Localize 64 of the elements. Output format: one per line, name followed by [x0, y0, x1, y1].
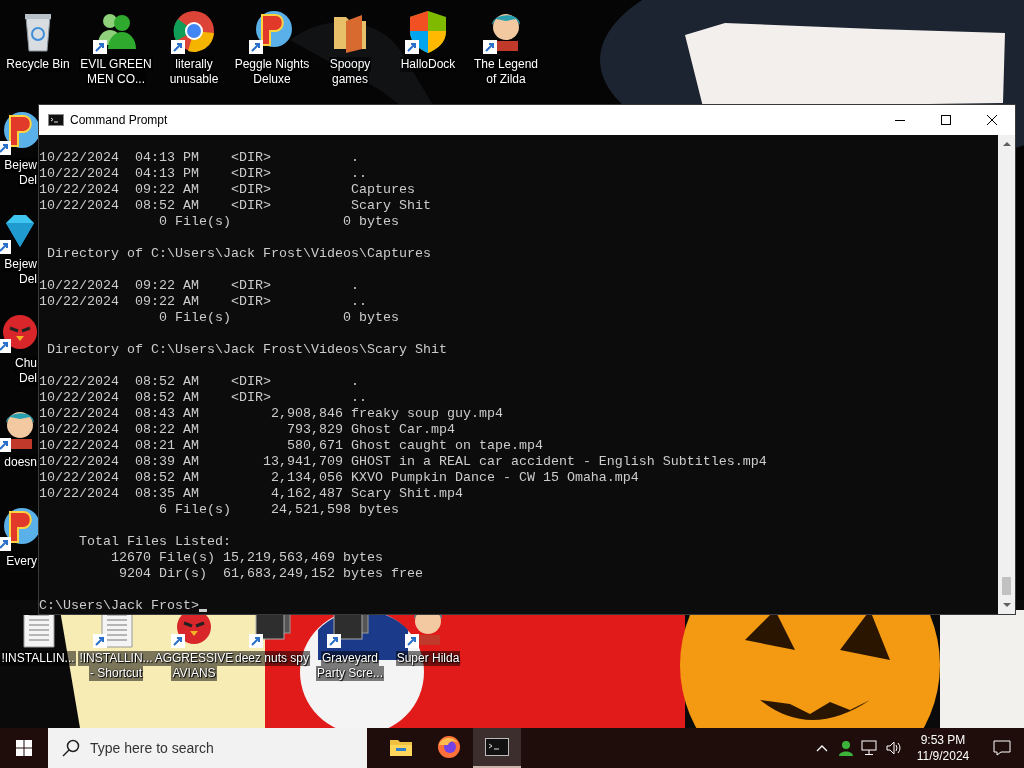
console-line: Total Files Listed:	[78, 534, 232, 550]
console-line: 6 File(s) 24,521,598 bytes	[157, 502, 400, 518]
clock[interactable]: 9:53 PM 11/9/2024	[906, 732, 980, 764]
scrollbar[interactable]	[998, 135, 1015, 614]
text-cursor	[198, 609, 207, 612]
console-line: 0 File(s) 0 bytes	[157, 310, 400, 326]
search-field[interactable]: Type here to search	[48, 728, 367, 768]
browser-icon	[437, 735, 461, 759]
notification-icon[interactable]	[993, 740, 1011, 756]
command-prompt: C:\Users\Jack Frost>	[39, 598, 199, 614]
console-line: 10/22/2024 08:39 AM 13,941,709 GHOST in a REAL car accident - English Subtitles.mp4	[39, 454, 768, 470]
console-line: 10/22/2024 08:52 AM <DIR> Scary Shit	[39, 198, 432, 214]
console-line: 10/22/2024 08:22 AM 793,829 Ghost Car.mp4	[39, 422, 456, 438]
console-line: 10/22/2024 08:43 AM 2,908,846 freaky soup guy.mp4	[39, 406, 504, 422]
icon-label: games	[330, 72, 369, 87]
scroll-thumb[interactable]	[1002, 577, 1011, 595]
icon-label: Bejew	[3, 158, 38, 173]
icon-label: The Legend	[472, 57, 540, 72]
search-placeholder: Type here to search	[90, 740, 214, 756]
console-line: 10/22/2024 04:13 PM <DIR> .	[39, 150, 360, 166]
close-icon	[987, 115, 997, 125]
volume-icon[interactable]	[885, 740, 903, 756]
icon-label: !INSTALLIN...	[78, 651, 154, 666]
icon-label: literally	[174, 57, 214, 72]
icon-label: HalloDock	[399, 57, 457, 72]
icon-label: AGGRESSIVE	[153, 651, 235, 666]
clock-time: 9:53 PM	[920, 732, 966, 748]
console-line: 10/22/2024 08:52 AM <DIR> ..	[39, 390, 368, 406]
icon-label: !INSTALLIN...	[0, 651, 76, 666]
console-line: 0 File(s) 0 bytes	[157, 214, 400, 230]
console-line: 10/22/2024 09:22 AM <DIR> Captures	[39, 182, 416, 198]
console-line: 10/22/2024 08:35 AM 4,162,487 Scary Shit.mp4	[39, 486, 464, 502]
icon-label: Bejew	[3, 257, 38, 272]
clock-date: 11/9/2024	[916, 748, 970, 764]
console-line: 10/22/2024 09:22 AM <DIR> .	[39, 278, 360, 294]
maximize-icon	[941, 115, 951, 125]
person-icon[interactable]	[838, 740, 854, 756]
console-line: 10/22/2024 08:21 AM 580,671 Ghost caught on tape.mp4	[39, 438, 544, 454]
chevron-up-icon[interactable]	[816, 744, 828, 752]
folder-icon	[389, 737, 413, 757]
icon-label: deez nuts spy	[234, 651, 311, 666]
terminal-icon	[485, 738, 509, 756]
terminal-icon	[48, 114, 64, 126]
icon-label: Recycle Bin	[5, 57, 71, 72]
windows-logo-icon	[16, 740, 32, 756]
network-icon[interactable]	[861, 740, 879, 756]
window-title: Command Prompt	[70, 113, 169, 127]
console-line: 9204 Dir(s) 61,683,249,152 bytes free	[117, 566, 424, 582]
console-line: 12670 File(s) 15,219,563,469 bytes	[109, 550, 384, 566]
console-line: 10/22/2024 08:52 AM <DIR> .	[39, 374, 360, 390]
taskbar-app[interactable]	[473, 728, 521, 768]
console-line: Directory of C:\Users\Jack Frost\Videos\Scary Shit	[46, 342, 448, 358]
search-icon	[62, 739, 80, 757]
icon-label: Every	[5, 554, 38, 569]
icon-label: Graveyard	[321, 651, 379, 666]
console-line: 10/22/2024 09:22 AM <DIR> ..	[39, 294, 368, 310]
icon-label: - Shortcut	[88, 666, 143, 681]
icon-label: AVIANS	[171, 666, 217, 681]
icon-label: Party Scre...	[316, 666, 384, 681]
console-line: 10/22/2024 08:52 AM 2,134,056 KXVO Pumpkin Dance - CW 15 Omaha.mp4	[39, 470, 640, 486]
icon-label: Peggle Nights	[233, 57, 311, 72]
icon-label: Spoopy	[328, 57, 372, 72]
console-line: 10/22/2024 04:13 PM <DIR> ..	[39, 166, 368, 182]
console-line: Directory of C:\Users\Jack Frost\Videos\Captures	[46, 246, 432, 262]
